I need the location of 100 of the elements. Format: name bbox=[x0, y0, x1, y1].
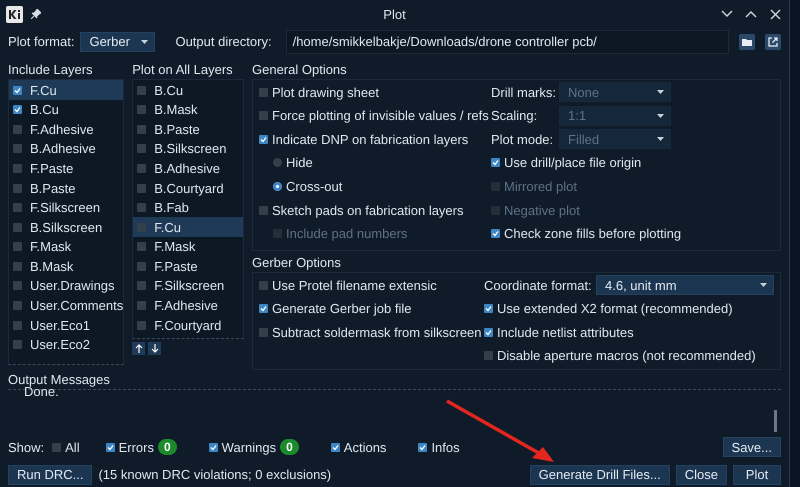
checkbox[interactable] bbox=[330, 442, 340, 452]
move-up-button[interactable] bbox=[132, 342, 146, 356]
close-icon[interactable] bbox=[770, 8, 780, 20]
caret-icon bbox=[141, 40, 148, 44]
dialog-button[interactable]: Close bbox=[676, 464, 727, 485]
checkbox[interactable] bbox=[13, 301, 22, 310]
option-label: Cross-out bbox=[286, 178, 342, 194]
checkbox[interactable] bbox=[13, 124, 22, 134]
checkbox[interactable] bbox=[137, 164, 146, 173]
layer-item[interactable]: F.Cu bbox=[133, 217, 243, 237]
layer-item[interactable]: F.Adhesive bbox=[133, 296, 243, 316]
option-label: Check zone fills before plotting bbox=[504, 226, 682, 242]
minimize-icon[interactable] bbox=[721, 10, 733, 18]
layer-item[interactable]: B.Mask bbox=[133, 100, 243, 120]
layer-item[interactable]: B.Courtyard bbox=[133, 178, 243, 198]
checkbox[interactable] bbox=[137, 105, 146, 114]
maximize-icon[interactable] bbox=[745, 10, 757, 18]
layer-item[interactable]: User.Eco2 bbox=[9, 334, 124, 355]
layer-item[interactable]: B.Cu bbox=[9, 100, 124, 120]
checkbox[interactable] bbox=[137, 144, 146, 154]
plot-format-dropdown[interactable]: Gerber bbox=[80, 32, 156, 52]
layer-item[interactable]: B.Mask bbox=[9, 256, 124, 276]
layer-item[interactable]: B.Paste bbox=[133, 119, 243, 140]
radio-button[interactable] bbox=[273, 182, 282, 191]
layer-item[interactable]: F.Adhesive bbox=[9, 119, 124, 140]
checkbox[interactable] bbox=[137, 281, 146, 290]
checkbox[interactable] bbox=[137, 242, 146, 252]
checkbox[interactable] bbox=[259, 206, 268, 215]
layer-item[interactable]: B.Silkscreen bbox=[9, 217, 124, 237]
checkbox[interactable] bbox=[13, 262, 22, 271]
checkbox[interactable] bbox=[13, 184, 22, 193]
message-text: Done. bbox=[24, 385, 59, 396]
checkbox[interactable] bbox=[13, 242, 22, 252]
layer-item[interactable]: B.Paste bbox=[9, 178, 124, 198]
dropdown[interactable]: 4.6, unit mm bbox=[596, 275, 774, 296]
section-heading: Output Messages bbox=[8, 371, 111, 388]
run-drc-button[interactable]: Run DRC... bbox=[8, 464, 92, 485]
layer-item[interactable]: User.Drawings bbox=[9, 276, 124, 296]
dialog-button[interactable]: Generate Drill Files... bbox=[530, 464, 670, 485]
layer-item[interactable]: B.Silkscreen bbox=[133, 139, 243, 159]
checkbox[interactable] bbox=[52, 442, 62, 452]
folder-icon[interactable] bbox=[739, 34, 755, 50]
layer-item[interactable]: F.Cu bbox=[9, 80, 124, 100]
checkbox[interactable] bbox=[418, 442, 428, 452]
checkbox[interactable] bbox=[491, 158, 500, 168]
checkbox[interactable] bbox=[208, 442, 218, 452]
checkbox[interactable] bbox=[137, 86, 146, 95]
pin-icon[interactable] bbox=[31, 9, 41, 20]
layer-item[interactable]: B.Cu bbox=[133, 80, 243, 100]
checkbox[interactable] bbox=[137, 184, 146, 193]
checkbox[interactable] bbox=[484, 351, 493, 360]
checkbox[interactable] bbox=[259, 304, 268, 314]
output-directory-field[interactable]: /home/smikkelbakje/Downloads/drone controller pcb/ bbox=[286, 30, 729, 54]
checkbox[interactable] bbox=[13, 86, 22, 95]
checkbox[interactable] bbox=[259, 280, 268, 290]
checkbox[interactable] bbox=[13, 105, 22, 114]
checkbox[interactable] bbox=[137, 124, 146, 134]
checkbox[interactable] bbox=[13, 144, 22, 154]
filter-label: Errors bbox=[118, 440, 154, 455]
checkbox[interactable] bbox=[259, 111, 268, 120]
checkbox[interactable] bbox=[13, 164, 22, 173]
checkbox[interactable] bbox=[137, 320, 146, 330]
checkbox[interactable] bbox=[137, 301, 146, 310]
save-button[interactable]: Save... bbox=[722, 437, 781, 458]
section-heading: Include Layers bbox=[8, 61, 94, 80]
checkbox[interactable] bbox=[484, 304, 493, 314]
layer-item[interactable]: F.Courtyard bbox=[133, 315, 243, 335]
move-down-button[interactable] bbox=[148, 342, 162, 356]
radio-button[interactable] bbox=[273, 158, 282, 168]
checkbox[interactable] bbox=[137, 262, 146, 271]
external-link-icon[interactable] bbox=[765, 34, 781, 50]
checkbox[interactable] bbox=[484, 328, 493, 337]
caret-icon bbox=[657, 114, 664, 118]
layer-item[interactable]: F.Mask bbox=[9, 237, 124, 257]
checkbox[interactable] bbox=[13, 281, 22, 290]
checkbox[interactable] bbox=[13, 203, 22, 212]
layer-item[interactable]: B.Adhesive bbox=[133, 158, 243, 178]
layer-item[interactable]: F.Silkscreen bbox=[9, 198, 124, 218]
scrollbar-thumb[interactable] bbox=[774, 410, 777, 432]
dialog-button[interactable]: Plot bbox=[733, 464, 781, 485]
layer-item[interactable]: User.Eco1 bbox=[9, 315, 124, 335]
option-label: Disable aperture macros (not recommended) bbox=[497, 348, 756, 364]
layer-item[interactable]: User.Comments bbox=[9, 296, 124, 316]
checkbox[interactable] bbox=[13, 340, 22, 350]
checkbox[interactable] bbox=[106, 442, 115, 452]
layer-item[interactable]: B.Adhesive bbox=[9, 139, 124, 159]
checkbox[interactable] bbox=[13, 222, 22, 232]
checkbox[interactable] bbox=[491, 229, 500, 238]
layer-item[interactable]: B.Fab bbox=[133, 198, 243, 218]
field-label: Plot mode: bbox=[491, 132, 554, 147]
layer-item[interactable]: F.Silkscreen bbox=[133, 276, 243, 296]
field-label: Output directory: bbox=[175, 34, 272, 50]
checkbox[interactable] bbox=[259, 328, 268, 337]
layer-item[interactable]: F.Paste bbox=[9, 158, 124, 178]
checkbox[interactable] bbox=[137, 203, 146, 212]
layer-item[interactable]: F.Paste bbox=[133, 256, 243, 276]
checkbox[interactable] bbox=[259, 134, 268, 144]
checkbox[interactable] bbox=[13, 320, 22, 330]
layer-item[interactable]: F.Mask bbox=[133, 237, 243, 257]
checkbox[interactable] bbox=[259, 88, 268, 97]
